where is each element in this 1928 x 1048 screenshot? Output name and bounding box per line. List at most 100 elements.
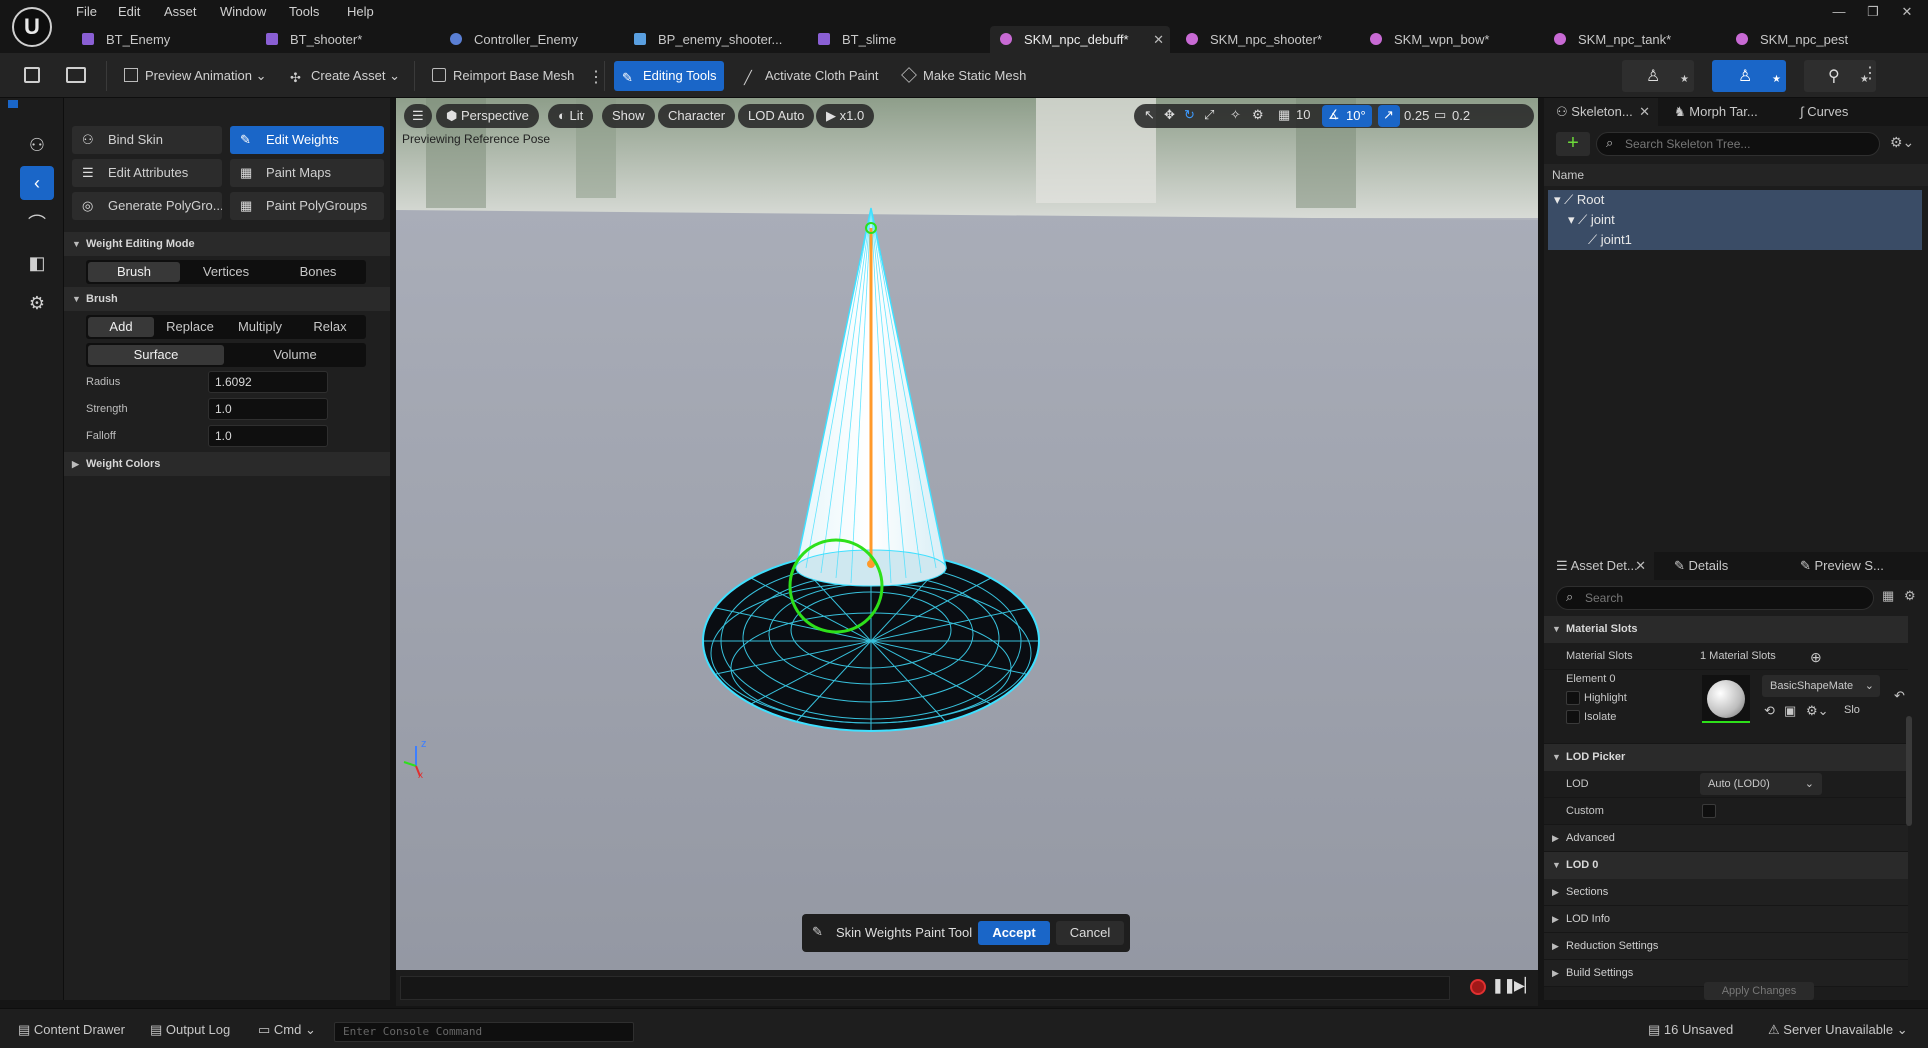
- tab-skm-npc-tank[interactable]: SKM_npc_tank*: [1548, 26, 1718, 53]
- menu-edit[interactable]: Edit: [118, 2, 140, 22]
- brush-op-multiply[interactable]: Multiply: [226, 317, 294, 337]
- paint-polygroups-button[interactable]: ▦ Paint PolyGroups: [230, 192, 384, 220]
- surface-snap-icon[interactable]: ⚙: [1252, 107, 1264, 123]
- isolate-checkbox[interactable]: [1566, 710, 1580, 724]
- skin-mode-icon[interactable]: ⚇: [20, 128, 54, 162]
- reduction-settings-row[interactable]: ▶ Reduction Settings: [1544, 933, 1908, 960]
- playback-speed-button[interactable]: ▶ x1.0: [816, 104, 875, 128]
- translate-icon[interactable]: ✥: [1164, 107, 1175, 123]
- pause-button[interactable]: ❚❚: [1492, 977, 1515, 994]
- space-surface[interactable]: Surface: [88, 345, 224, 365]
- material-thumbnail[interactable]: [1702, 675, 1750, 723]
- material-dropdown[interactable]: BasicShapeMate ⌄: [1762, 675, 1880, 697]
- tab-bt-enemy[interactable]: BT_Enemy: [76, 26, 246, 53]
- source-control-button[interactable]: ⚠ Server Unavailable ⌄: [1768, 1019, 1908, 1041]
- tab-bt-slime[interactable]: BT_slime: [812, 26, 982, 53]
- output-log-button[interactable]: ▤ Output Log: [150, 1019, 230, 1041]
- accept-button[interactable]: Accept: [978, 921, 1050, 945]
- radius-input[interactable]: 1.6092: [208, 371, 328, 393]
- unsaved-button[interactable]: ▤ 16 Unsaved: [1648, 1019, 1733, 1041]
- close-tab-icon[interactable]: ✕: [1153, 26, 1164, 53]
- menu-help[interactable]: Help: [347, 2, 374, 22]
- skeleton-search-input[interactable]: Search Skeleton Tree...: [1596, 132, 1880, 156]
- brush-op-add[interactable]: Add: [88, 317, 154, 337]
- skeleton-mode-button[interactable]: ♙ ★: [1622, 60, 1694, 92]
- scale-snap-value[interactable]: 0.25: [1404, 108, 1429, 123]
- browse-folder-icon[interactable]: ▣: [1784, 703, 1796, 719]
- select-icon[interactable]: ↖: [1144, 107, 1155, 123]
- console-input[interactable]: Enter Console Command: [334, 1022, 634, 1042]
- tab-skm-wpn-bow[interactable]: SKM_wpn_bow*: [1364, 26, 1534, 53]
- lod-picker-section[interactable]: ▼ LOD Picker: [1544, 744, 1908, 771]
- camera-speed-icon[interactable]: ▭: [1434, 107, 1446, 123]
- menu-asset[interactable]: Asset: [164, 2, 197, 22]
- falloff-input[interactable]: 1.0: [208, 425, 328, 447]
- step-forward-button[interactable]: ▶▏: [1514, 977, 1536, 994]
- tab-controller-enemy[interactable]: Controller_Enemy: [444, 26, 614, 53]
- advanced-section[interactable]: ▶ Advanced: [1544, 825, 1908, 852]
- details-scrollbar[interactable]: [1906, 716, 1912, 826]
- weight-colors-header[interactable]: ▶ Weight Colors: [64, 452, 390, 476]
- settings-gear-icon[interactable]: ⚙: [1904, 588, 1916, 604]
- grid-snap-icon[interactable]: ▦: [1278, 107, 1290, 123]
- lod-info-row[interactable]: ▶ LOD Info: [1544, 906, 1908, 933]
- unreal-logo-icon[interactable]: U: [12, 7, 52, 47]
- reimport-base-mesh-button[interactable]: Reimport Base Mesh: [424, 61, 582, 91]
- activate-cloth-paint-button[interactable]: ╱ Activate Cloth Paint: [736, 61, 886, 91]
- highlight-checkbox[interactable]: [1566, 691, 1580, 705]
- grid-snap-value[interactable]: 10: [1296, 107, 1310, 122]
- preview-animation-button[interactable]: Preview Animation ⌄: [116, 61, 274, 91]
- details-search-input[interactable]: Search: [1556, 586, 1874, 610]
- sections-row[interactable]: ▶ Sections: [1544, 879, 1908, 906]
- viewport[interactable]: z x ☰ ⬢ Perspective ◐ Lit Show Character…: [396, 98, 1538, 970]
- edit-skin-weights-icon[interactable]: ‹: [20, 166, 54, 200]
- tree-row-joint[interactable]: ▾ ⟋ joint: [1548, 210, 1922, 230]
- edit-weights-button[interactable]: ✎ Edit Weights: [230, 126, 384, 154]
- more-options-icon[interactable]: ⋮: [588, 67, 604, 87]
- browse-icon[interactable]: [66, 67, 86, 83]
- tree-row-root[interactable]: ▾ ⟋ Root: [1548, 190, 1922, 210]
- timeline-track[interactable]: [400, 976, 1450, 1000]
- material-slots-section[interactable]: ▼ Material Slots: [1544, 616, 1908, 643]
- tab-preview-settings[interactable]: ✎ Preview S...: [1800, 552, 1884, 580]
- world-space-icon[interactable]: ✧: [1230, 107, 1241, 123]
- use-selected-icon[interactable]: ⟲: [1764, 703, 1775, 719]
- deform-icon[interactable]: ⌒: [20, 206, 54, 240]
- lod-dropdown[interactable]: Auto (LOD0) ⌄: [1700, 773, 1822, 795]
- tab-curves[interactable]: ∫ Curves: [1800, 98, 1848, 126]
- lit-button[interactable]: ◐ Lit: [548, 104, 594, 128]
- viewport-menu-button[interactable]: ☰: [404, 104, 432, 128]
- minimize-button[interactable]: —: [1824, 2, 1854, 22]
- tab-bp-enemy-shooter[interactable]: BP_enemy_shooter...: [628, 26, 798, 53]
- content-drawer-button[interactable]: ▤ Content Drawer: [18, 1019, 125, 1041]
- brush-op-replace[interactable]: Replace: [156, 317, 224, 337]
- tab-asset-details[interactable]: ☰ Asset Det... ✕: [1544, 552, 1654, 580]
- edit-attributes-button[interactable]: ☰ Edit Attributes: [72, 159, 222, 187]
- mode-brush[interactable]: Brush: [88, 262, 180, 282]
- options-icon[interactable]: ⚙⌄: [1806, 703, 1829, 719]
- weight-editing-mode-header[interactable]: ▼ Weight Editing Mode: [64, 232, 390, 256]
- bind-skin-button[interactable]: ⚇ Bind Skin: [72, 126, 222, 154]
- restore-button[interactable]: ❐: [1858, 2, 1888, 22]
- scale-icon[interactable]: ⤢: [1204, 107, 1214, 123]
- save-icon[interactable]: [24, 67, 40, 83]
- paint-maps-button[interactable]: ▦ Paint Maps: [230, 159, 384, 187]
- close-tab-icon[interactable]: ✕: [1635, 552, 1646, 580]
- settings-gear-icon[interactable]: ⚙⌄: [1890, 134, 1914, 151]
- settings-icon[interactable]: ⚙: [20, 286, 54, 320]
- tab-morph-targets[interactable]: ♞ Morph Tar...: [1674, 98, 1758, 126]
- tab-details[interactable]: ✎ Details: [1674, 552, 1728, 580]
- add-slot-icon[interactable]: ⊕: [1810, 644, 1822, 671]
- menu-file[interactable]: File: [76, 2, 97, 22]
- tab-skm-npc-shooter[interactable]: SKM_npc_shooter*: [1180, 26, 1350, 53]
- space-volume[interactable]: Volume: [226, 345, 364, 365]
- tree-row-joint1[interactable]: ⟋ joint1: [1548, 230, 1922, 250]
- mesh-icon[interactable]: ◧: [20, 246, 54, 280]
- make-static-mesh-button[interactable]: Make Static Mesh: [894, 61, 1034, 91]
- table-view-icon[interactable]: ▦: [1882, 588, 1894, 604]
- show-button[interactable]: Show: [602, 104, 655, 128]
- reset-arrow-icon[interactable]: ↶: [1894, 688, 1905, 704]
- character-button[interactable]: Character: [658, 104, 736, 128]
- camera-speed-value[interactable]: 0.2: [1452, 108, 1470, 123]
- tab-skm-npc-debuff[interactable]: SKM_npc_debuff* ✕: [990, 26, 1170, 53]
